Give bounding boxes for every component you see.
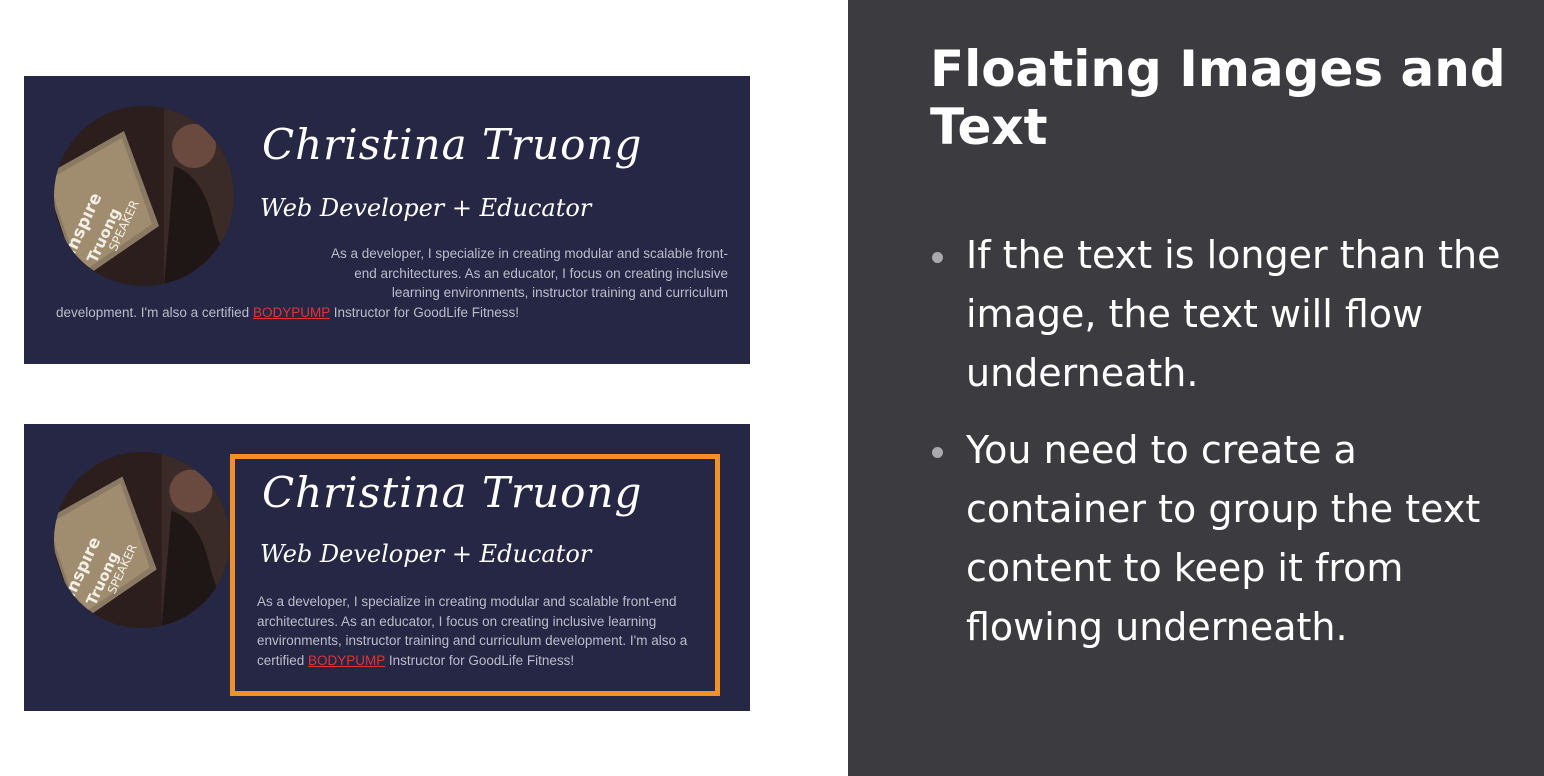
bullet-item: You need to create a container to group …	[928, 421, 1528, 657]
profile-bio: As a developer, I specialize in creating…	[56, 244, 728, 322]
bodypump-link[interactable]: BODYPUMP	[308, 653, 385, 668]
bullet-list: If the text is longer than the image, th…	[928, 226, 1528, 675]
bio-line: end architectures. As an educator, I foc…	[354, 265, 728, 281]
bio-line-last: development. I'm also a certified BODYPU…	[56, 303, 728, 323]
bullet-text: If the text is longer than the image, th…	[966, 233, 1501, 395]
profile-card-float-overflow: ınspıre Truong SPEAKER Christina Truong …	[24, 76, 750, 364]
profile-bio: As a developer, I specialize in creating…	[257, 592, 717, 670]
bio-line: learning environments, instructor traini…	[391, 285, 728, 300]
bullet-dot-icon	[932, 252, 943, 263]
bullet-item: If the text is longer than the image, th…	[928, 226, 1528, 403]
profile-title: Web Developer + Educator	[260, 194, 592, 222]
profile-name: Christina Truong	[262, 468, 643, 517]
bio-text: Instructor for GoodLife Fitness!	[329, 304, 520, 320]
profile-title: Web Developer + Educator	[260, 540, 592, 568]
slide-heading: Floating Images and Text	[930, 40, 1506, 156]
speaker-photo-icon: ınspıre Truong SPEAKER	[54, 452, 230, 628]
profile-name: Christina Truong	[262, 120, 643, 169]
bullet-dot-icon	[932, 447, 943, 458]
bio-text: development. I'm also a certified	[56, 304, 253, 320]
profile-card-with-container: ınspıre Truong SPEAKER Christina Truong …	[24, 424, 750, 711]
slide-panel: Floating Images and Text If the text is …	[848, 0, 1544, 776]
examples-panel: ınspıre Truong SPEAKER Christina Truong …	[0, 0, 848, 776]
bodypump-link[interactable]: BODYPUMP	[253, 305, 330, 320]
bullet-text: You need to create a container to group …	[966, 428, 1481, 649]
bio-text: Instructor for GoodLife Fitness!	[385, 652, 575, 668]
bio-line: As a developer, I specialize in creating…	[331, 246, 728, 261]
profile-photo: ınspıre Truong SPEAKER	[54, 452, 230, 628]
